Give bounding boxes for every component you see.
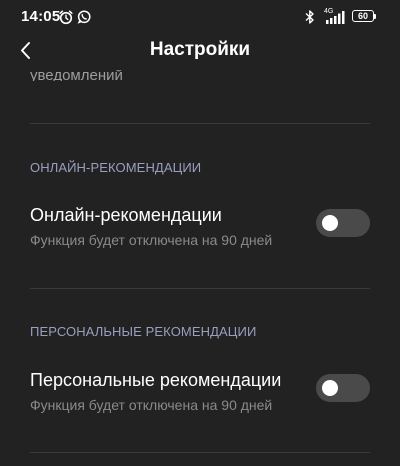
- setting-title: Персональные рекомендации: [30, 370, 282, 390]
- signal-strength-icon: [326, 11, 345, 24]
- divider: [30, 288, 370, 289]
- clip-mask: [0, 62, 400, 70]
- status-time: 14:05: [21, 8, 61, 25]
- setting-summary: Функция будет отключена на 90 дней: [30, 397, 273, 413]
- toggle-knob: [322, 380, 338, 396]
- alarm-clock-icon: [59, 10, 73, 25]
- personal-recommendations-toggle[interactable]: [316, 374, 370, 402]
- toggle-knob: [322, 215, 338, 231]
- battery-cap: [374, 14, 376, 19]
- divider: [30, 452, 370, 453]
- battery-indicator: 60: [352, 10, 374, 22]
- page-title: Настройки: [149, 39, 251, 60]
- setting-online-recommendations[interactable]: Онлайн-рекомендации Функция будет отключ…: [0, 205, 400, 265]
- section-header-personal: ПЕРСОНАЛЬНЫЕ РЕКОМЕНДАЦИИ: [30, 324, 257, 339]
- online-recommendations-toggle[interactable]: [316, 209, 370, 237]
- setting-title: Онлайн-рекомендации: [30, 205, 222, 225]
- divider: [30, 123, 370, 124]
- battery-level: 60: [357, 11, 368, 21]
- bluetooth-icon: [305, 10, 314, 24]
- setting-summary: Функция будет отключена на 90 дней: [30, 232, 273, 248]
- section-header-online: ОНЛАЙН-РЕКОМЕНДАЦИИ: [30, 160, 202, 175]
- whatsapp-icon: [77, 10, 91, 24]
- setting-personal-recommendations[interactable]: Персональные рекомендации Функция будет …: [0, 370, 400, 430]
- status-bar: 14:05 4G 60: [0, 0, 400, 36]
